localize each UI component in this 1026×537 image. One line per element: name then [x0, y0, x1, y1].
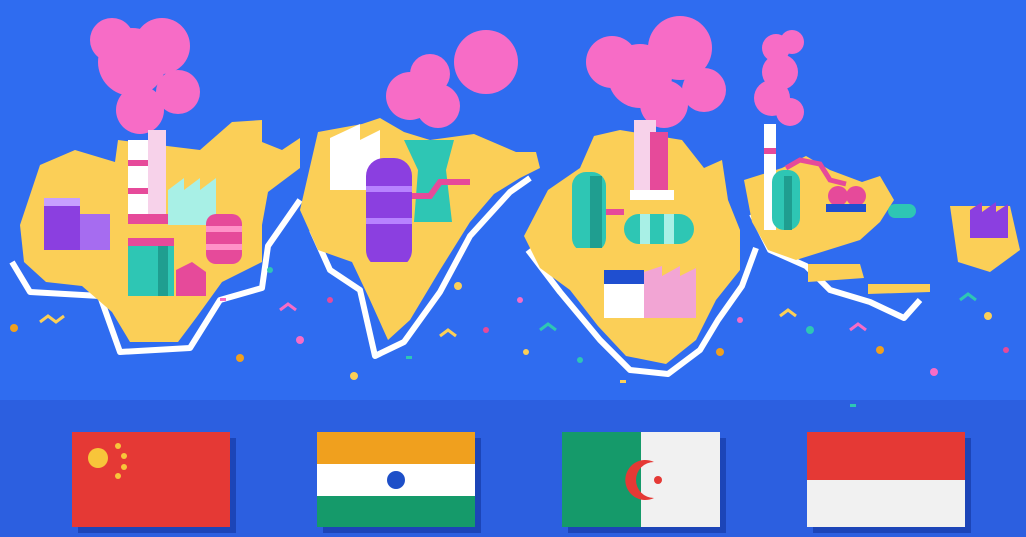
horizontal-tanks — [624, 214, 694, 244]
pink-reactor — [206, 214, 242, 264]
chimney-stack — [128, 130, 168, 224]
teal-horizontal-tank — [888, 204, 916, 218]
indonesia-teal-tank — [772, 170, 800, 230]
industrial-map-illustration — [0, 0, 1026, 537]
teal-column-tank — [568, 172, 610, 258]
purple-reactor — [362, 158, 416, 274]
india-flag-icon — [317, 432, 481, 533]
teal-tank — [128, 238, 174, 296]
china-flag-icon — [72, 432, 236, 533]
indonesia-flag-icon — [807, 432, 971, 533]
algeria-chimneys — [630, 120, 674, 200]
algeria-flag-icon — [562, 432, 726, 533]
